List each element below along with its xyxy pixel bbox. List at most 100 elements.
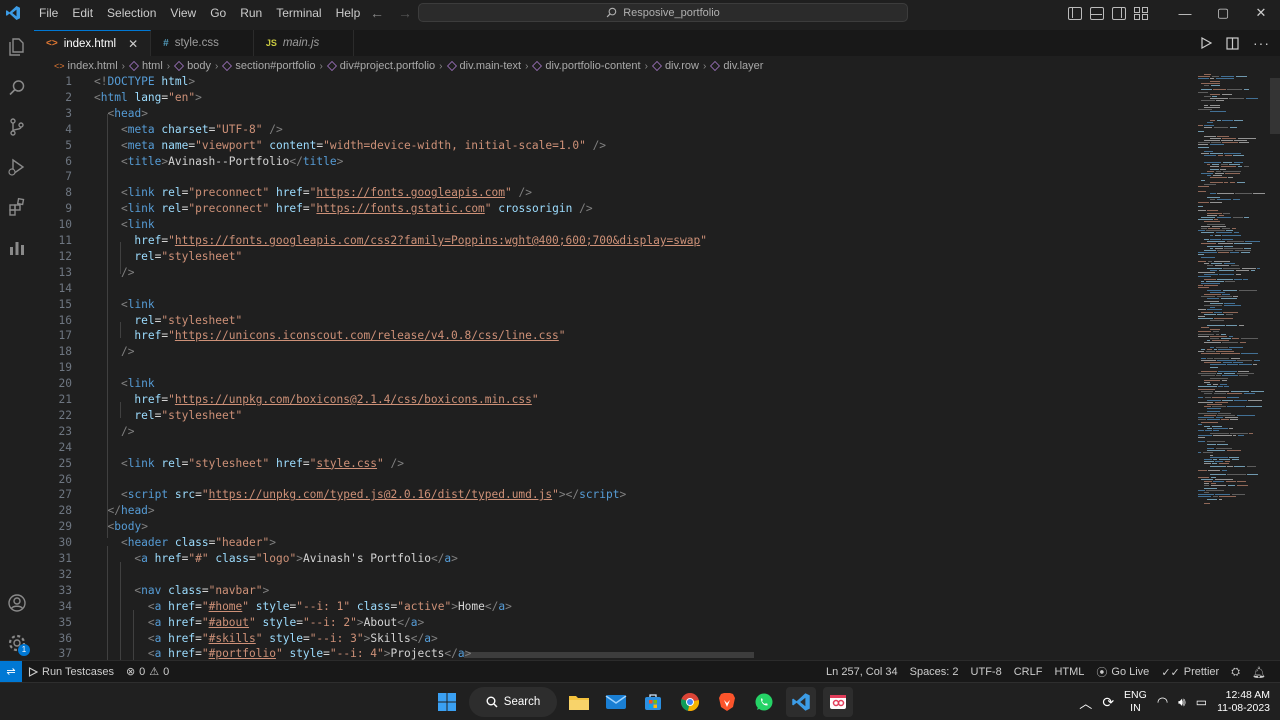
code-line[interactable]: 36 <a href="#skills" style="--i: 3">Skil…: [34, 631, 1194, 647]
breadcrumb-item[interactable]: div.row: [651, 60, 699, 72]
code-line[interactable]: 28 </head>: [34, 503, 1194, 519]
forward-arrow-icon[interactable]: →: [398, 5, 412, 21]
maximize-button[interactable]: ▢: [1204, 0, 1242, 26]
run-debug-icon[interactable]: [0, 150, 34, 184]
breadcrumb-item[interactable]: <> index.html: [54, 60, 118, 72]
menu-edit[interactable]: Edit: [65, 0, 100, 26]
toggle-primary-sidebar-icon[interactable]: [1068, 6, 1082, 20]
volume-icon[interactable]: 🔊︎: [1178, 695, 1186, 710]
breadcrumb-item[interactable]: body: [174, 60, 211, 72]
end-of-line[interactable]: CRLF: [1008, 666, 1049, 678]
more-actions-icon[interactable]: ···: [1253, 35, 1270, 51]
split-editor-icon[interactable]: [1226, 36, 1239, 50]
code-line[interactable]: 37 <a href="#portfolio" style="--i: 4">P…: [34, 646, 1194, 660]
run-file-icon[interactable]: [1200, 37, 1212, 49]
code-line[interactable]: 9 <link rel="preconnect" href="https://f…: [34, 201, 1194, 217]
code-line[interactable]: 19: [34, 360, 1194, 376]
code-line[interactable]: 24: [34, 440, 1194, 456]
code-line[interactable]: 21 href="https://unpkg.com/boxicons@2.1.…: [34, 392, 1194, 408]
notifications-bell-icon[interactable]: 🔔︎: [1246, 666, 1272, 679]
code-line[interactable]: 8 <link rel="preconnect" href="https://f…: [34, 185, 1194, 201]
code-line[interactable]: 25 <link rel="stylesheet" href="style.cs…: [34, 456, 1194, 472]
code-line[interactable]: 15 <link: [34, 297, 1194, 313]
menu-file[interactable]: File: [32, 0, 65, 26]
back-arrow-icon[interactable]: ←: [370, 5, 384, 21]
menu-go[interactable]: Go: [203, 0, 233, 26]
account-icon[interactable]: [0, 586, 34, 620]
breadcrumb-item[interactable]: div.main-text: [446, 60, 521, 72]
code-line[interactable]: 35 <a href="#about" style="--i: 2">About…: [34, 615, 1194, 631]
code-line[interactable]: 1 <!DOCTYPE html>: [34, 74, 1194, 90]
menu-view[interactable]: View: [163, 0, 203, 26]
prettier-button[interactable]: ✓✓ Prettier: [1155, 666, 1225, 679]
code-line[interactable]: 4 <meta charset="UTF-8" />: [34, 122, 1194, 138]
code-line[interactable]: 12 rel="stylesheet": [34, 249, 1194, 265]
customize-layout-icon[interactable]: [1134, 6, 1148, 20]
windows-start-icon[interactable]: [432, 687, 462, 717]
menu-selection[interactable]: Selection: [100, 0, 163, 26]
tab-style-css[interactable]: # style.css: [151, 30, 254, 56]
sync-icon[interactable]: ⟳: [1102, 694, 1114, 711]
code-line[interactable]: 14: [34, 281, 1194, 297]
breadcrumb-item[interactable]: div.layer: [710, 60, 763, 72]
problems-indicator[interactable]: ⊗ 0 ⚠ 0: [120, 665, 175, 679]
code-line[interactable]: 2 <html lang="en">: [34, 90, 1194, 106]
command-center-search[interactable]: Resposive_portfolio: [418, 3, 908, 22]
chrome-icon[interactable]: [675, 687, 705, 717]
close-button[interactable]: ✕: [1242, 0, 1280, 26]
indentation[interactable]: Spaces: 2: [904, 666, 965, 678]
vertical-scrollbar-thumb[interactable]: [1270, 78, 1280, 134]
breadcrumb-item[interactable]: section#portfolio: [222, 60, 315, 72]
menu-terminal[interactable]: Terminal: [269, 0, 328, 26]
minimap[interactable]: [1194, 74, 1280, 660]
code-line[interactable]: 32: [34, 567, 1194, 583]
wifi-icon[interactable]: ◠: [1157, 694, 1168, 710]
code-line[interactable]: 11 href="https://fonts.googleapis.com/cs…: [34, 233, 1194, 249]
cursor-position[interactable]: Ln 257, Col 34: [820, 666, 904, 678]
snipping-tool-icon[interactable]: [823, 687, 853, 717]
breadcrumb-item[interactable]: div.portfolio-content: [532, 60, 641, 72]
code-line[interactable]: 34 <a href="#home" style="--i: 1" class=…: [34, 599, 1194, 615]
search-icon[interactable]: [0, 71, 34, 105]
menu-run[interactable]: Run: [233, 0, 269, 26]
analytics-icon[interactable]: [0, 231, 34, 265]
encoding[interactable]: UTF-8: [965, 666, 1008, 678]
remote-indicator-icon[interactable]: ⇌: [0, 660, 22, 683]
code-line[interactable]: 20 <link: [34, 376, 1194, 392]
extensions-icon[interactable]: [0, 190, 34, 224]
whatsapp-icon[interactable]: [749, 687, 779, 717]
mail-icon[interactable]: [601, 687, 631, 717]
file-explorer-icon[interactable]: [564, 687, 594, 717]
breadcrumb-item[interactable]: html: [129, 60, 163, 72]
vscode-taskbar-icon[interactable]: [786, 687, 816, 717]
run-testcases-button[interactable]: Run Testcases: [22, 666, 120, 678]
code-line[interactable]: 31 <a href="#" class="logo">Avinash's Po…: [34, 551, 1194, 567]
language-indicator[interactable]: ENG IN: [1124, 689, 1147, 715]
menu-help[interactable]: Help: [329, 0, 368, 26]
microsoft-store-icon[interactable]: [638, 687, 668, 717]
code-line[interactable]: 18 />: [34, 344, 1194, 360]
taskbar-search-button[interactable]: Search: [469, 687, 557, 717]
code-line[interactable]: 6 <title>Avinash--Portfolio</title>: [34, 154, 1194, 170]
code-editor[interactable]: 1 <!DOCTYPE html> 2 <html lang="en"> 3 <head…: [34, 74, 1194, 660]
minimize-button[interactable]: —: [1166, 0, 1204, 26]
go-live-button[interactable]: ⦿ Go Live: [1090, 664, 1155, 680]
clock[interactable]: 12:48 AM 11-08-2023: [1217, 689, 1270, 715]
settings-gear-icon[interactable]: [0, 626, 34, 660]
code-line[interactable]: 3 <head>: [34, 106, 1194, 122]
toggle-panel-icon[interactable]: [1090, 6, 1104, 20]
code-line[interactable]: 27 <script src="https://unpkg.com/typed.…: [34, 487, 1194, 503]
close-tab-icon[interactable]: ✕: [128, 37, 138, 51]
code-line[interactable]: 16 rel="stylesheet": [34, 313, 1194, 329]
code-line[interactable]: 23 />: [34, 424, 1194, 440]
code-line[interactable]: 10 <link: [34, 217, 1194, 233]
code-line[interactable]: 26: [34, 472, 1194, 488]
toggle-secondary-sidebar-icon[interactable]: [1112, 6, 1126, 20]
tab-main-js[interactable]: JS main.js: [254, 30, 355, 56]
brave-browser-icon[interactable]: [712, 687, 742, 717]
feedback-icon[interactable]: ⛭: [1225, 666, 1246, 679]
code-line[interactable]: 30 <header class="header">: [34, 535, 1194, 551]
breadcrumb-item[interactable]: div#project.portfolio: [326, 60, 435, 72]
language-mode[interactable]: HTML: [1048, 666, 1090, 678]
code-line[interactable]: 17 href="https://unicons.iconscout.com/r…: [34, 328, 1194, 344]
